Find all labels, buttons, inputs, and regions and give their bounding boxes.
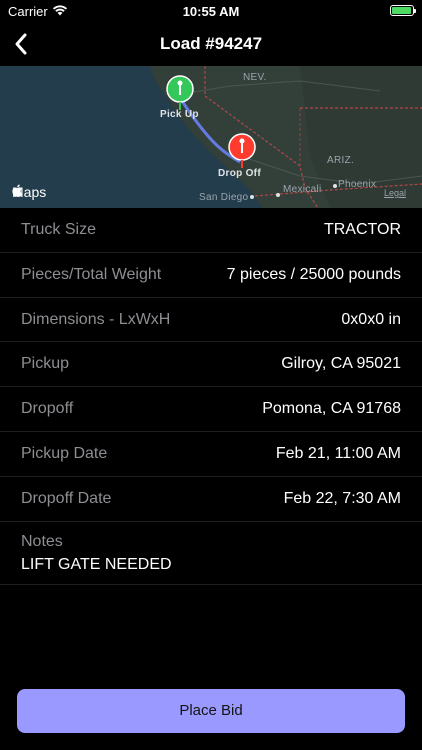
- detail-row-pickup-date: Pickup Date Feb 21, 11:00 AM: [0, 432, 422, 477]
- detail-value: Gilroy, CA 95021: [281, 355, 401, 373]
- detail-value: Feb 21, 11:00 AM: [275, 444, 401, 462]
- battery-icon: [390, 5, 416, 16]
- detail-label: Truck Size: [21, 221, 96, 238]
- detail-row-dropoff: Dropoff Pomona, CA 91768: [0, 387, 422, 432]
- detail-label: Dropoff Date: [21, 489, 112, 507]
- detail-label: Pickup Date: [21, 444, 108, 462]
- detail-value: TRACTOR: [323, 221, 401, 238]
- map-label-mexicali: Mexicali: [283, 184, 322, 195]
- apple-maps-logo: Maps: [12, 184, 46, 200]
- detail-row-pieces-weight: Pieces/Total Weight 7 pieces / 25000 pou…: [0, 253, 422, 298]
- detail-row-dimensions: Dimensions - LxWxH 0x0x0 in: [0, 298, 422, 343]
- notes-section: Notes LIFT GATE NEEDED: [0, 522, 422, 585]
- status-bar: Carrier 10:55 AM: [0, 0, 422, 22]
- map-label-san-diego: San Diego: [199, 192, 249, 203]
- page-title: Load #94247: [159, 34, 263, 53]
- route-map[interactable]: NEV. ARIZ. Pick Up Drop Off Mexicali Pho…: [0, 66, 422, 208]
- load-details-list: Truck Size TRACTOR Pieces/Total Weight 7…: [0, 208, 422, 585]
- notes-value: LIFT GATE NEEDED: [21, 555, 172, 573]
- detail-value: 0x0x0 in: [341, 310, 401, 328]
- place-bid-button[interactable]: Place Bid: [17, 689, 405, 733]
- map-label-dropoff: Drop Off: [218, 168, 261, 179]
- detail-row-truck-size: Truck Size TRACTOR: [0, 208, 422, 253]
- detail-label: Dimensions - LxWxH: [21, 310, 171, 328]
- detail-label: Dropoff: [21, 400, 74, 418]
- notes-label: Notes: [21, 532, 63, 550]
- detail-label: Pieces/Total Weight: [21, 265, 162, 283]
- detail-value: 7 pieces / 25000 pounds: [226, 265, 401, 283]
- detail-row-pickup: Pickup Gilroy, CA 95021: [0, 342, 422, 388]
- legal-link[interactable]: Legal: [384, 188, 406, 198]
- map-label-nev: NEV.: [243, 72, 267, 83]
- detail-value: Feb 22, 7:30 AM: [283, 489, 401, 507]
- detail-row-dropoff-date: Dropoff Date Feb 22, 7:30 AM: [0, 477, 422, 522]
- apple-icon: [12, 184, 23, 197]
- map-label-phoenix: Phoenix: [338, 179, 377, 190]
- detail-value: Pomona, CA 91768: [262, 400, 401, 418]
- map-label-ariz: ARIZ.: [327, 155, 355, 166]
- status-time: 10:55 AM: [182, 4, 240, 19]
- detail-label: Pickup: [21, 355, 70, 373]
- navigation-bar: Load #94247: [0, 22, 422, 66]
